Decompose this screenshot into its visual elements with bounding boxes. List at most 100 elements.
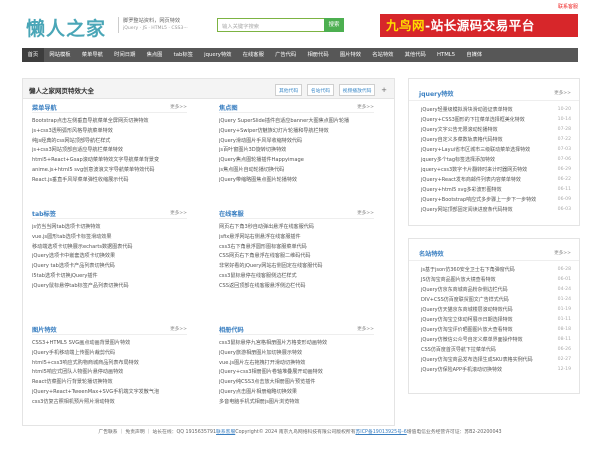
effect-link[interactable]: html5+css3响应式购物商城商品列表布局特效 xyxy=(32,359,187,369)
effect-link[interactable]: anime.js+html5 svg创意波浪文字导航菜单特效代码 xyxy=(32,166,187,176)
nav-item[interactable]: 相册代码 xyxy=(302,48,334,62)
search-input[interactable]: 输入关键字搜索 xyxy=(217,18,325,32)
nav-item[interactable]: 名站特效 xyxy=(367,48,399,62)
effect-link[interactable]: js+css3透明弧形风格导航菜单特效 xyxy=(32,127,187,137)
more-link[interactable]: 更多>> xyxy=(554,90,571,96)
effect-link[interactable]: CSS网页右下角悬浮在线客服二维码代码 xyxy=(219,252,374,262)
effect-link[interactable]: jQuery tab选项卡产品列表切换代码 xyxy=(32,262,187,272)
effect-link[interactable]: 纯js经典的css网站顶部导航栏样式 xyxy=(32,137,187,147)
sidebar-box-title[interactable]: 名站特效 xyxy=(419,249,444,258)
sidebar-article-link[interactable]: jQuery+Layui省市区城市三级联动菜单选择特效 07-03 xyxy=(409,145,579,155)
sidebar-article-link[interactable]: CSS仿百度首页导航下拉菜单代码 06-26 xyxy=(409,345,579,355)
more-link[interactable]: 更多>> xyxy=(357,326,374,332)
effect-link[interactable]: js焦点图片自动轮播切换代码 xyxy=(219,166,374,176)
sidebar-article-link[interactable]: jQuery仿淘宝商品发布选择生成SKU表格实例代码 02-27 xyxy=(409,355,579,365)
section-title[interactable]: 在线客服 xyxy=(219,209,244,218)
sidebar-article-link[interactable]: jquery多个tag标签选择添加特效 07-06 xyxy=(409,155,579,165)
sidebar-article-link[interactable]: jQuery轻量级模拟滑块滑动验证表单特效 10-20 xyxy=(409,105,579,115)
effect-link[interactable]: css3右下角悬浮圆形图标客服菜单代码 xyxy=(219,243,374,253)
sidebar-article-link[interactable]: jquery+css3数字卡片翻转时来计时器网页特效 06-29 xyxy=(409,165,579,175)
more-link[interactable]: 更多>> xyxy=(170,104,187,110)
sidebar-article-link[interactable]: js基于json仿360安全卫士右下角弹窗代码 06-28 xyxy=(409,265,579,275)
effect-link[interactable]: jQuery焦点图轮播插件Happyimage xyxy=(219,156,374,166)
add-tab-button[interactable]: + xyxy=(380,86,388,94)
sidebar-box-title[interactable]: jquery特效 xyxy=(419,89,454,98)
effect-link[interactable]: jQuery+Swiper仿魅族幻灯片轮播和导航栏特效 xyxy=(219,127,374,137)
sidebar-article-link[interactable]: jQuery自定义多菜数轨表格代码特效 07-22 xyxy=(409,135,579,145)
effect-link[interactable]: jQuery点击图片相册缩略切换效果 xyxy=(219,388,374,398)
nav-item[interactable]: 自媒体 xyxy=(461,48,488,62)
sidebar-article-link[interactable]: jQuery仿淘宝立体动柯展示日期选择特效 01-11 xyxy=(409,315,579,325)
effect-link[interactable]: React.js垂直手风琴菜单弹性收缩展示代码 xyxy=(32,176,187,186)
nav-item[interactable]: 广告代码 xyxy=(269,48,301,62)
effect-link[interactable]: html5+React+Gsap滚动菜单特效文字导航菜单背景变 xyxy=(32,156,187,166)
sidebar-article-link[interactable]: JS仿淘宝商品图片放大镜查看特效 06-01 xyxy=(409,275,579,285)
effect-link[interactable]: CSS返回顶部在线客服悬浮侧边栏代码 xyxy=(219,282,374,292)
section-title[interactable]: 图片特效 xyxy=(32,325,57,334)
nav-item[interactable]: 首页 xyxy=(22,48,44,62)
effect-link[interactable]: jQuery手机移动端上传图片裁剪代码 xyxy=(32,349,187,359)
more-link[interactable]: 更多>> xyxy=(357,104,374,110)
section-title[interactable]: tab标签 xyxy=(32,209,56,218)
nav-item[interactable]: 菜单导航 xyxy=(76,48,108,62)
effect-link[interactable]: 多音电脑手机式相册js图片浏览特效 xyxy=(219,398,374,408)
effect-link[interactable]: jQuery+css3相册图片卷轴堆叠展开动画特效 xyxy=(219,368,374,378)
effect-link[interactable]: React仿菜图片行背景轮播切换特效 xyxy=(32,378,187,388)
effect-link[interactable]: css3仿复古照相机预片照片滑动特效 xyxy=(32,398,187,408)
effect-link[interactable]: js+css3网站顶部自适应导航栏菜单特效 xyxy=(32,146,187,156)
tab-video-player[interactable]: 视频播放代码 xyxy=(338,84,376,96)
effect-link[interactable]: jQuery鼠标悬停tab标签产品列表切换代码 xyxy=(32,282,187,292)
sidebar-article-link[interactable]: jQuery+React发布商邮件列表内容菜单特效 06-22 xyxy=(409,175,579,185)
sidebar-article-link[interactable]: jQuery文字公告无限滚动轮播特效 07-28 xyxy=(409,125,579,135)
effect-link[interactable]: jsfix悬浮网站右侧悬浮在线客服插件 xyxy=(219,233,374,243)
effect-link[interactable]: jQuery+React+TweenMax+SVG手机端文字发散气泡 xyxy=(32,388,187,398)
sidebar-article-link[interactable]: jQuery仿保险APP手机滚动切换特效 12-19 xyxy=(409,365,579,375)
effect-link[interactable]: js仿当当网tab选项卡切换特效 xyxy=(32,223,187,233)
sidebar-article-link[interactable]: DIV+CSS仿百度联贸图文广告样式代码 01-24 xyxy=(409,295,579,305)
effect-link[interactable]: CSS3+HTML5 SVG画点动画背景图片特效 xyxy=(32,339,187,349)
effect-link[interactable]: jQuery带缩略图焦点图片轮播特效 xyxy=(219,176,374,186)
effect-link[interactable]: 网页右下角3秒自动弹出悬浮在线客服代码 xyxy=(219,223,374,233)
tab-other-code[interactable]: 其他代码 xyxy=(274,84,303,96)
effect-link[interactable]: html5响应式团队人物图片悬停动画特效 xyxy=(32,368,187,378)
effect-link[interactable]: jQuery滑动图片手风琴收缩特效代码 xyxy=(219,137,374,147)
nav-item[interactable]: tab标签 xyxy=(168,48,198,62)
effect-link[interactable]: 非常好看的jQuery网站右侧固定在线客服代码 xyxy=(219,262,374,272)
nav-item[interactable]: 焦点图 xyxy=(141,48,168,62)
sidebar-article-link[interactable]: jQuery仿天猫京东商城楼层滚动特效代码 01-19 xyxy=(409,305,579,315)
effect-link[interactable]: jQuery纯CSS3点击放大相册图片预览插件 xyxy=(219,378,374,388)
footer-contact-link[interactable]: 联系客服 xyxy=(216,430,235,435)
tab-famous-sites[interactable]: 名站代码 xyxy=(306,84,335,96)
effect-link[interactable]: jQuery旅游相册图片加切换展示特效 xyxy=(219,349,374,359)
effect-link[interactable]: css3鼠标悬停九宫格相册图片方格变形动画特效 xyxy=(219,339,374,349)
effect-link[interactable]: jQuery SuperSlide插件自适应banner大图焦点图片轮播 xyxy=(219,117,374,127)
footer-icp-link[interactable]: 苏ICP备19013925号-6 xyxy=(356,430,407,435)
nav-item[interactable]: 网站模板 xyxy=(44,48,76,62)
section-title[interactable]: 菜单导航 xyxy=(32,103,57,112)
nav-item[interactable]: jquery特效 xyxy=(199,48,238,62)
sidebar-article-link[interactable]: jQuery+html5 svg多彩波形图特效 06-11 xyxy=(409,185,579,195)
effect-link[interactable]: jQuery选项卡中嵌套选项卡切换效果 xyxy=(32,252,187,262)
sidebar-article-link[interactable]: jQuery+CSS3图形的下拉菜单选择框美化特效 10-14 xyxy=(409,115,579,125)
sidebar-article-link[interactable]: jQuery+Bootstrap响应式多步骤上一步下一步特效 06-09 xyxy=(409,195,579,205)
effect-link[interactable]: vue.js圆形tab选项卡标签滑动效果 xyxy=(32,233,187,243)
nav-item[interactable]: 图片特效 xyxy=(334,48,366,62)
effect-link[interactable]: css3鼠标悬停在线客服侧边栏样式 xyxy=(219,272,374,282)
effect-link[interactable]: 移动端选项卡切换展示echarts数据图表代码 xyxy=(32,243,187,253)
more-link[interactable]: 更多>> xyxy=(170,210,187,216)
ad-banner[interactable]: 九鸟网-站长源码交易平台 xyxy=(380,14,578,37)
nav-item[interactable]: 时间日期 xyxy=(109,48,141,62)
section-title[interactable]: 焦点图 xyxy=(219,103,238,112)
site-logo[interactable]: 懒人之家 xyxy=(26,14,106,41)
effect-link[interactable]: vue.js图片左右拖拽打开滑动切换特效 xyxy=(219,359,374,369)
nav-item[interactable]: 在线客服 xyxy=(237,48,269,62)
sidebar-article-link[interactable]: jQuery网站顶部固定阅读进度条代码特效 06-03 xyxy=(409,205,579,215)
contact-service-link[interactable]: 联系客服 xyxy=(558,3,578,10)
effect-link[interactable]: l5tab选项卡切换jQuery插件 xyxy=(32,272,187,282)
nav-item[interactable]: 其他代码 xyxy=(399,48,431,62)
more-link[interactable]: 更多>> xyxy=(357,210,374,216)
search-button[interactable]: 搜索 xyxy=(324,18,344,32)
nav-item[interactable]: HTML5 xyxy=(431,48,460,62)
sidebar-article-link[interactable]: jQuery仿京东商城商品粉杂侧边栏代码 04-24 xyxy=(409,285,579,295)
effect-link[interactable]: js百叶窗图片3D旋转切换特效 xyxy=(219,146,374,156)
